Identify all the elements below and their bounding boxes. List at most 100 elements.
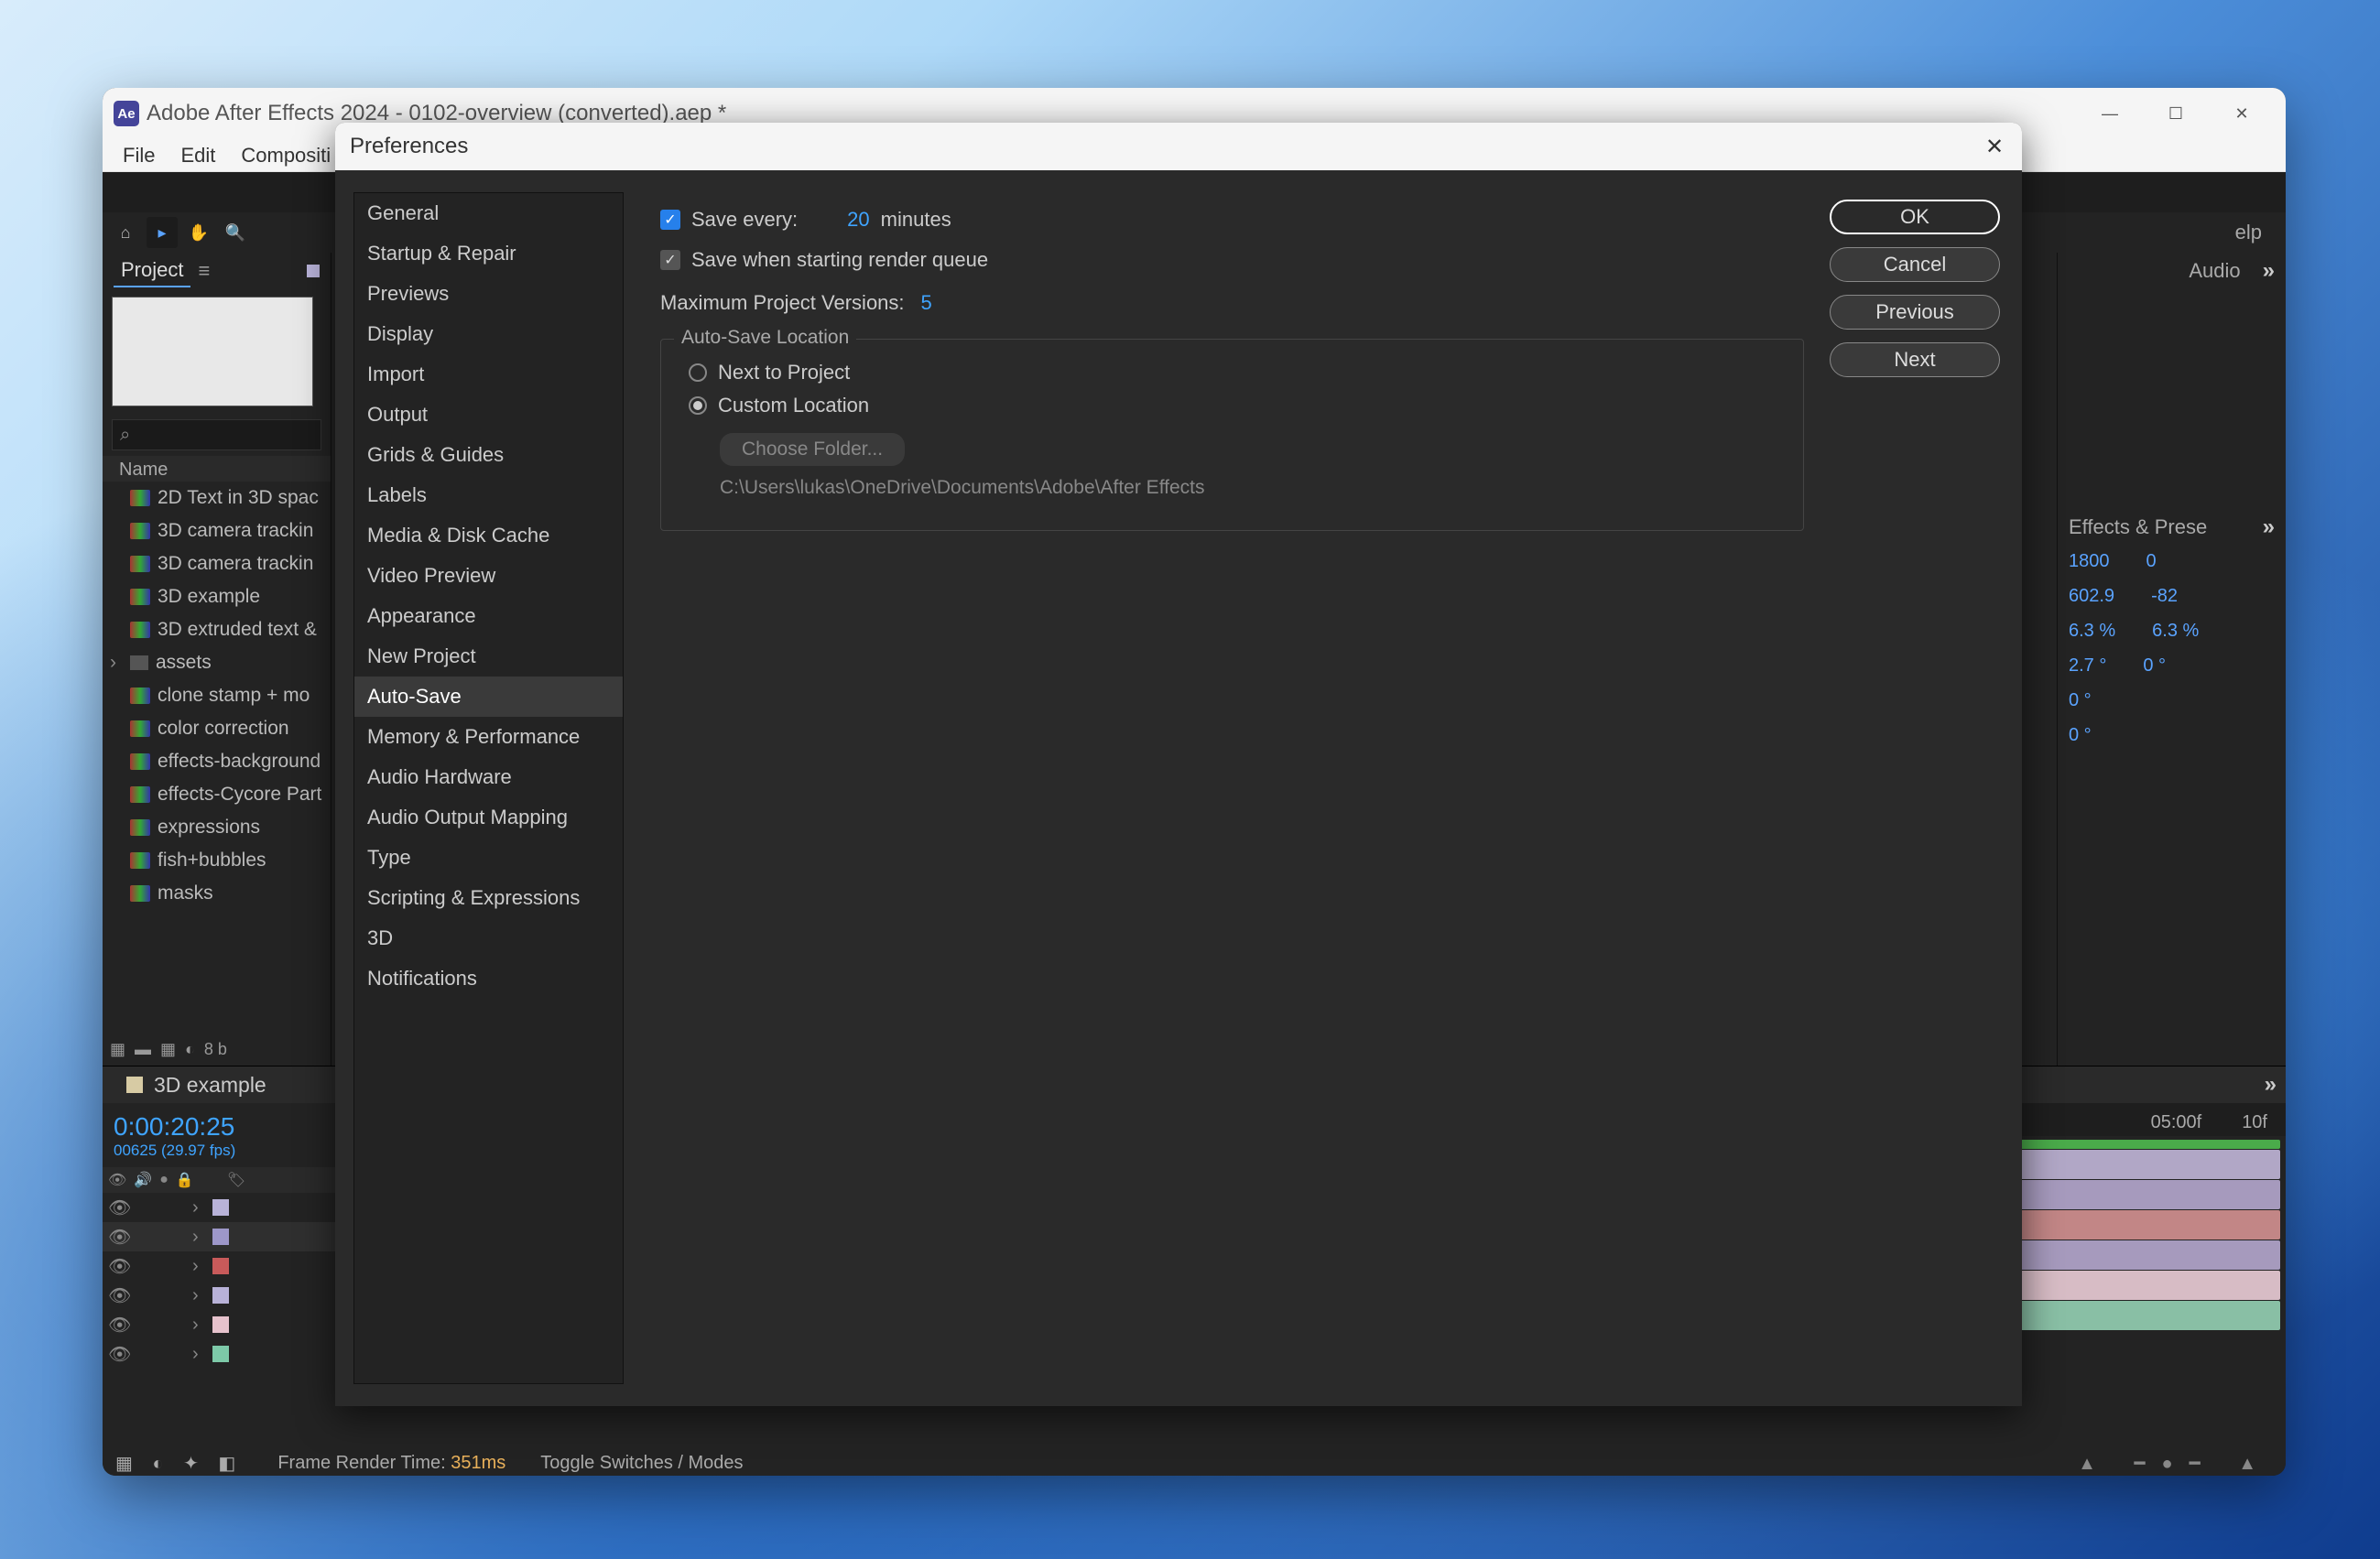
zoom-controls[interactable]: ▲ ━●━ ▲ <box>2078 1452 2273 1475</box>
layer-color <box>212 1346 229 1362</box>
save-every-checkbox[interactable]: ✓ <box>660 210 680 230</box>
prefs-category-memory-performance[interactable]: Memory & Performance <box>354 717 623 757</box>
project-item[interactable]: expressions <box>103 811 331 844</box>
project-item[interactable]: 2D Text in 3D spac <box>103 482 331 514</box>
prefs-category-import[interactable]: Import <box>354 354 623 395</box>
project-item[interactable]: 3D camera trackin <box>103 514 331 547</box>
property-value[interactable]: 0 ° <box>2069 690 2092 725</box>
cancel-button[interactable]: Cancel <box>1830 247 2000 282</box>
prefs-category-appearance[interactable]: Appearance <box>354 596 623 636</box>
radio-next-to-project[interactable] <box>689 363 707 382</box>
prefs-category-labels[interactable]: Labels <box>354 475 623 515</box>
hand-tool-icon[interactable]: ✋ <box>183 217 214 248</box>
comp-color-marker <box>126 1077 143 1093</box>
overflow-icon[interactable]: » <box>2263 514 2275 540</box>
project-item[interactable]: clone stamp + mo <box>103 679 331 712</box>
visibility-toggle[interactable]: 👁 <box>108 1343 125 1366</box>
minimize-button[interactable]: — <box>2093 97 2126 130</box>
prefs-category-grids-guides[interactable]: Grids & Guides <box>354 435 623 475</box>
overflow-icon[interactable]: » <box>2263 258 2275 284</box>
radio-custom-location[interactable] <box>689 396 707 415</box>
prefs-category-notifications[interactable]: Notifications <box>354 958 623 999</box>
visibility-toggle[interactable]: 👁 <box>108 1255 125 1278</box>
prefs-category-display[interactable]: Display <box>354 314 623 354</box>
footer-icon-3[interactable]: ▦ <box>160 1040 176 1059</box>
property-value[interactable]: 1800 <box>2069 551 2110 586</box>
prefs-category-general[interactable]: General <box>354 193 623 233</box>
menu-help-partial[interactable]: elp <box>2235 221 2262 244</box>
maximize-button[interactable]: ☐ <box>2159 97 2192 130</box>
prefs-category-previews[interactable]: Previews <box>354 274 623 314</box>
footer-icon-4[interactable]: ◐ <box>185 1040 195 1059</box>
project-item[interactable]: fish+bubbles <box>103 844 331 877</box>
save-every-value[interactable]: 20 <box>847 208 869 232</box>
project-item[interactable]: ›assets <box>103 646 331 679</box>
project-search-input[interactable]: ⌕ <box>112 419 321 450</box>
prefs-category-auto-save[interactable]: Auto-Save <box>354 677 623 717</box>
footer-icon-2[interactable]: ▬ <box>135 1040 151 1059</box>
save-when-render-checkbox[interactable]: ✓ <box>660 250 680 270</box>
property-value[interactable]: 0 ° <box>2143 655 2166 690</box>
panel-menu-icon[interactable]: ≡ <box>198 259 210 283</box>
property-value[interactable]: 602.9 <box>2069 586 2114 621</box>
next-button[interactable]: Next <box>1830 342 2000 377</box>
prefs-category-scripting-expressions[interactable]: Scripting & Expressions <box>354 878 623 918</box>
menu-edit[interactable]: Edit <box>168 144 228 168</box>
property-value[interactable]: 2.7 ° <box>2069 655 2106 690</box>
prefs-category-media-disk-cache[interactable]: Media & Disk Cache <box>354 515 623 556</box>
prefs-category-audio-output-mapping[interactable]: Audio Output Mapping <box>354 797 623 838</box>
visibility-toggle[interactable]: 👁 <box>108 1196 125 1219</box>
label-icon[interactable]: 🏷 <box>227 1171 245 1189</box>
audio-tab[interactable]: Audio <box>2189 259 2240 283</box>
lock-icon[interactable]: 🔒 <box>176 1171 194 1189</box>
choose-folder-button[interactable]: Choose Folder... <box>720 433 905 466</box>
previous-button[interactable]: Previous <box>1830 295 2000 330</box>
prefs-category-type[interactable]: Type <box>354 838 623 878</box>
menu-composition[interactable]: Compositi <box>228 144 343 168</box>
footer-bpc[interactable]: 8 b <box>204 1040 227 1059</box>
effects-presets-tab[interactable]: Effects & Prese <box>2069 515 2207 539</box>
audio-icon[interactable]: 🔊 <box>134 1171 152 1189</box>
layer-color <box>212 1199 229 1216</box>
project-item[interactable]: masks <box>103 877 331 910</box>
visibility-toggle[interactable]: 👁 <box>108 1226 125 1249</box>
home-icon[interactable]: ⌂ <box>110 217 141 248</box>
project-tab[interactable]: Project <box>114 254 190 287</box>
selection-tool-icon[interactable]: ▸ <box>147 217 178 248</box>
visibility-toggle[interactable]: 👁 <box>108 1314 125 1337</box>
zoom-tool-icon[interactable]: 🔍 <box>220 217 251 248</box>
property-value[interactable]: -82 <box>2151 586 2178 621</box>
project-item[interactable]: 3D camera trackin <box>103 547 331 580</box>
project-item[interactable]: effects-Cycore Part <box>103 778 331 811</box>
visibility-icon[interactable]: 👁 <box>108 1171 126 1189</box>
prefs-category-startup-repair[interactable]: Startup & Repair <box>354 233 623 274</box>
frame-render-value: 351ms <box>451 1453 505 1473</box>
prefs-category-video-preview[interactable]: Video Preview <box>354 556 623 596</box>
project-item[interactable]: effects-background <box>103 745 331 778</box>
overflow-icon[interactable]: » <box>2265 1072 2277 1098</box>
property-value[interactable]: 0 <box>2146 551 2157 586</box>
layer-color <box>212 1229 229 1245</box>
property-value[interactable]: 0 ° <box>2069 725 2092 760</box>
property-value[interactable]: 6.3 % <box>2069 621 2115 655</box>
footer-icon-1[interactable]: ▦ <box>110 1040 125 1059</box>
toggle-switches-button[interactable]: Toggle Switches / Modes <box>540 1453 743 1474</box>
prefs-category-3d[interactable]: 3D <box>354 918 623 958</box>
close-button[interactable]: ✕ <box>2225 97 2258 130</box>
property-value[interactable]: 6.3 % <box>2152 621 2199 655</box>
project-item[interactable]: color correction <box>103 712 331 745</box>
project-item[interactable]: 3D example <box>103 580 331 613</box>
project-column-name[interactable]: Name <box>103 456 331 482</box>
solo-icon[interactable]: ● <box>159 1172 168 1188</box>
statusbar-icons[interactable]: ▦ ◐ ✦ ◧ <box>115 1452 243 1475</box>
project-item[interactable]: 3D extruded text & <box>103 613 331 646</box>
prefs-category-audio-hardware[interactable]: Audio Hardware <box>354 757 623 797</box>
max-versions-value[interactable]: 5 <box>921 291 932 315</box>
ok-button[interactable]: OK <box>1830 200 2000 234</box>
composition-icon <box>130 490 150 506</box>
menu-file[interactable]: File <box>110 144 168 168</box>
prefs-close-button[interactable]: ✕ <box>1982 134 2007 159</box>
prefs-category-output[interactable]: Output <box>354 395 623 435</box>
prefs-category-new-project[interactable]: New Project <box>354 636 623 677</box>
visibility-toggle[interactable]: 👁 <box>108 1284 125 1307</box>
